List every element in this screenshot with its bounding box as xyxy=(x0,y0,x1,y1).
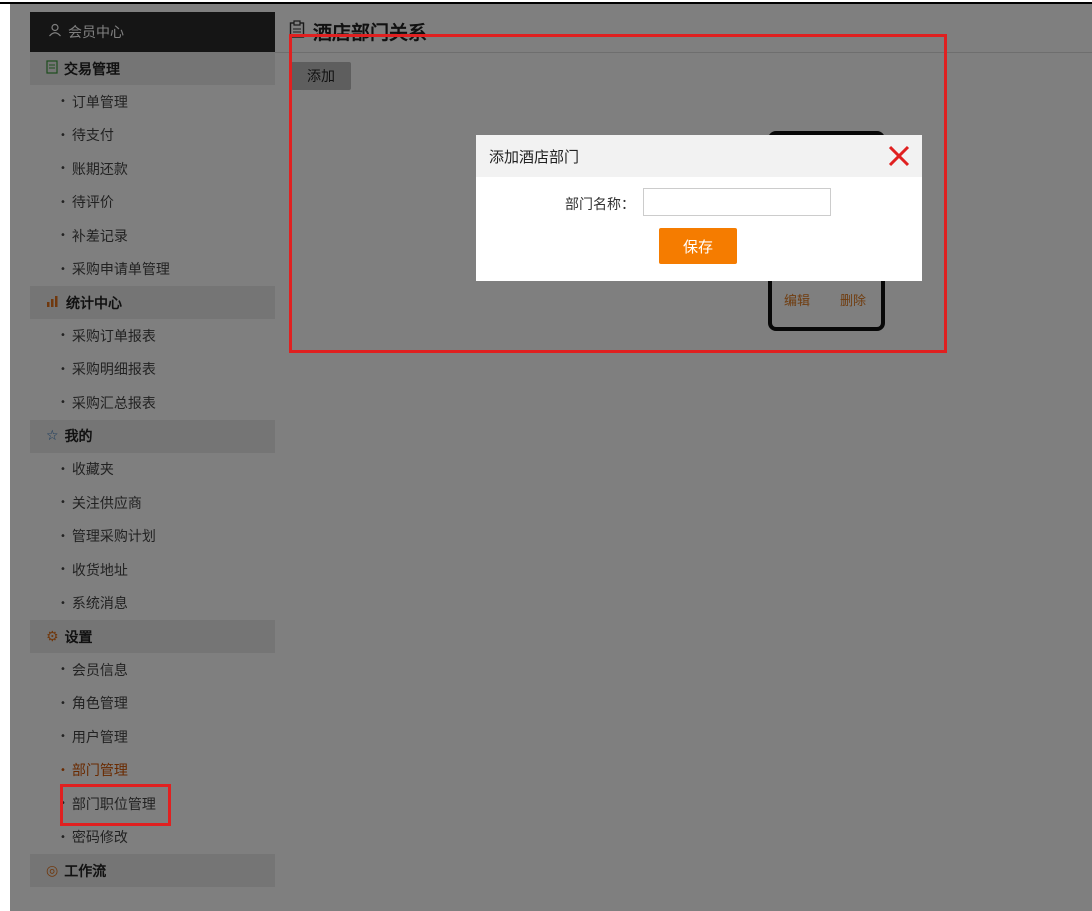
close-icon[interactable] xyxy=(886,143,912,169)
department-name-label: 部门名称： xyxy=(565,197,635,213)
highlight-box-sidebar xyxy=(60,784,171,826)
save-button[interactable]: 保存 xyxy=(659,228,737,264)
dialog-header: 添加酒店部门 xyxy=(476,135,922,177)
department-name-row: 部门名称： xyxy=(476,188,922,218)
add-department-dialog: 添加酒店部门 部门名称： 保存 xyxy=(476,135,922,281)
department-name-input[interactable] xyxy=(643,188,831,216)
dialog-title: 添加酒店部门 xyxy=(489,147,580,166)
